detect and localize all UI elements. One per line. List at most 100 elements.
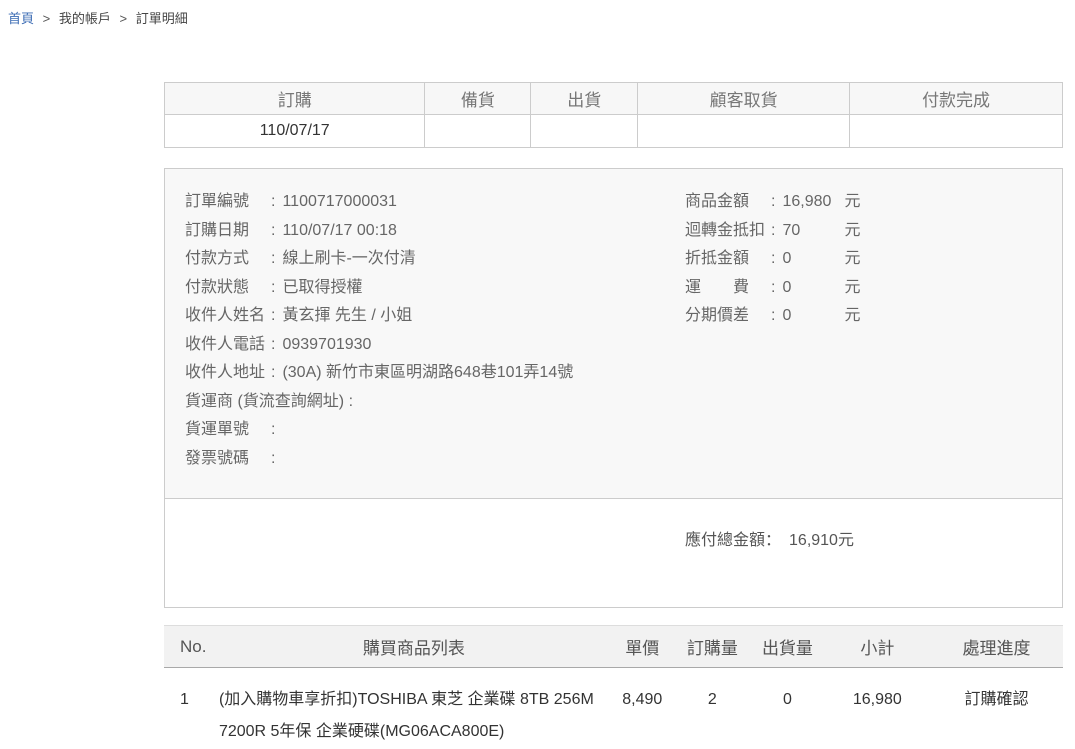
- field-colon: :: [771, 250, 775, 267]
- field-colon: :: [271, 307, 275, 324]
- field-label: 折抵金額: [685, 245, 771, 274]
- order-info-fields: 訂單編號:1100717000031 訂購日期:110/07/17 00:18 …: [165, 169, 1062, 498]
- items-col-ship-qty: 出貨量: [750, 626, 825, 668]
- field-label: 貨運商 (貨流查詢網址): [185, 388, 344, 417]
- field-value: 0939701930: [282, 336, 371, 353]
- field-unit: 元: [844, 250, 860, 267]
- breadcrumb-separator: >: [120, 11, 128, 26]
- order-info-left-column: 訂單編號:1100717000031 訂購日期:110/07/17 00:18 …: [185, 188, 685, 473]
- order-info-box: 訂單編號:1100717000031 訂購日期:110/07/17 00:18 …: [164, 168, 1063, 608]
- field-colon: :: [771, 222, 775, 239]
- status-col-payment-complete: 付款完成: [850, 83, 1063, 115]
- field-colon: :: [771, 279, 775, 296]
- order-number-field: 訂單編號:1100717000031: [185, 188, 685, 217]
- field-amount: 70: [782, 217, 844, 246]
- status-col-shipped: 出貨: [531, 83, 638, 115]
- status-pickup-date: [638, 115, 850, 148]
- field-label: 商品金額: [685, 188, 771, 217]
- invoice-number-field: 發票號碼:: [185, 445, 685, 474]
- field-colon: :: [271, 250, 275, 267]
- order-status-table: 訂購 備貨 出貨 顧客取貨 付款完成 110/07/17: [164, 82, 1063, 148]
- field-label: 收件人地址: [185, 359, 271, 388]
- field-label: 運 費: [685, 274, 771, 303]
- field-amount: 0: [782, 245, 844, 274]
- field-label: 迴轉金抵扣: [685, 217, 771, 246]
- payment-status-field: 付款狀態: 已取得授權: [185, 274, 685, 303]
- item-no: 1: [164, 668, 218, 749]
- field-colon: :: [271, 450, 275, 467]
- rebate-deduction-field: 迴轉金抵扣:70元: [685, 217, 1062, 246]
- field-amount: 0: [782, 274, 844, 303]
- items-col-order-qty: 訂購量: [675, 626, 751, 668]
- field-unit: 元: [844, 279, 860, 296]
- field-colon: :: [349, 393, 353, 410]
- order-info-right-column: 商品金額:16,980元 迴轉金抵扣:70元 折抵金額:0元 運 費:0元 分期…: [685, 188, 1062, 331]
- carrier-field: 貨運商 (貨流查詢網址) :: [185, 388, 685, 417]
- field-unit: 元: [844, 222, 860, 239]
- status-col-ordered: 訂購: [165, 83, 425, 115]
- discount-amount-field: 折抵金額:0元: [685, 245, 1062, 274]
- items-header-row: No. 購買商品列表 單價 訂購量 出貨量 小計 處理進度: [164, 626, 1063, 668]
- order-date-field: 訂購日期:110/07/17 00:18: [185, 217, 685, 246]
- field-colon: :: [771, 307, 775, 324]
- item-row: 1 (加入購物車享折扣)TOSHIBA 東芝 企業碟 8TB 256M 7200…: [164, 668, 1063, 749]
- breadcrumb-link-my-account[interactable]: 我的帳戶: [59, 11, 111, 26]
- shipping-fee-field: 運 費:0元: [685, 274, 1062, 303]
- status-col-preparing: 備貨: [425, 83, 531, 115]
- field-unit: 元: [844, 193, 860, 210]
- breadcrumb-item-order-detail: 訂單明細: [136, 11, 188, 26]
- items-col-subtotal: 小計: [825, 626, 930, 668]
- status-preparing-date: [425, 115, 531, 148]
- field-label: 付款狀態: [185, 274, 271, 303]
- item-subtotal: 16,980: [825, 668, 930, 749]
- field-amount: 0: [782, 302, 844, 331]
- item-progress-status: 訂購確認: [930, 668, 1063, 749]
- field-value: 已取得授權: [282, 279, 362, 296]
- field-amount: 16,980: [782, 188, 844, 217]
- field-label: 訂購日期: [185, 217, 271, 246]
- recipient-address-field: 收件人地址: (30A) 新竹市東區明湖路648巷101弄14號: [185, 359, 685, 388]
- field-label: 付款方式: [185, 245, 271, 274]
- status-shipped-date: [531, 115, 638, 148]
- field-label: 貨運單號: [185, 416, 271, 445]
- field-colon: :: [271, 279, 275, 296]
- field-value: 線上刷卡-一次付清: [282, 250, 415, 267]
- status-header-row: 訂購 備貨 出貨 顧客取貨 付款完成: [165, 83, 1063, 115]
- breadcrumb-separator: >: [43, 11, 51, 26]
- field-value: 110/07/17 00:18: [282, 222, 396, 239]
- field-unit: 元: [844, 307, 860, 324]
- status-value-row: 110/07/17: [165, 115, 1063, 148]
- field-colon: :: [271, 222, 275, 239]
- field-value: (30A) 新竹市東區明湖路648巷101弄14號: [282, 364, 573, 381]
- items-col-unit-price: 單價: [610, 626, 675, 668]
- field-colon: :: [271, 421, 275, 438]
- field-label: 訂單編號: [185, 188, 271, 217]
- product-amount-field: 商品金額:16,980元: [685, 188, 1062, 217]
- item-product-name: (加入購物車享折扣)TOSHIBA 東芝 企業碟 8TB 256M 7200R …: [218, 668, 610, 749]
- status-col-customer-pickup: 顧客取貨: [638, 83, 850, 115]
- field-label: 收件人姓名: [185, 302, 271, 331]
- field-colon: :: [271, 336, 275, 353]
- item-unit-price: 8,490: [610, 668, 675, 749]
- total-amount-value: 16,910元: [789, 532, 854, 549]
- recipient-phone-field: 收件人電話:0939701930: [185, 331, 685, 360]
- field-value: 1100717000031: [282, 193, 397, 210]
- field-label: 收件人電話: [185, 331, 271, 360]
- breadcrumb-link-home[interactable]: 首頁: [8, 11, 34, 26]
- total-amount-label: 應付總金額：: [685, 532, 781, 549]
- field-colon: :: [771, 193, 775, 210]
- field-colon: :: [271, 364, 275, 381]
- field-label: 發票號碼: [185, 445, 271, 474]
- item-order-qty: 2: [675, 668, 751, 749]
- order-detail-page: 訂購 備貨 出貨 顧客取貨 付款完成 110/07/17 訂單編號:110071…: [164, 82, 1063, 749]
- field-value: 黃玄揮 先生 / 小姐: [282, 307, 412, 324]
- installment-diff-field: 分期價差:0元: [685, 302, 1062, 331]
- status-ordered-date: 110/07/17: [165, 115, 425, 148]
- purchased-items-table: No. 購買商品列表 單價 訂購量 出貨量 小計 處理進度 1 (加入購物車享折…: [164, 625, 1063, 749]
- items-col-no: No.: [164, 626, 218, 668]
- field-label: 分期價差: [685, 302, 771, 331]
- total-amount-section: 應付總金額： 16,910元: [165, 498, 1062, 607]
- status-payment-date: [850, 115, 1063, 148]
- breadcrumb: 首頁 > 我的帳戶 > 訂單明細: [0, 0, 1075, 27]
- items-col-progress: 處理進度: [930, 626, 1063, 668]
